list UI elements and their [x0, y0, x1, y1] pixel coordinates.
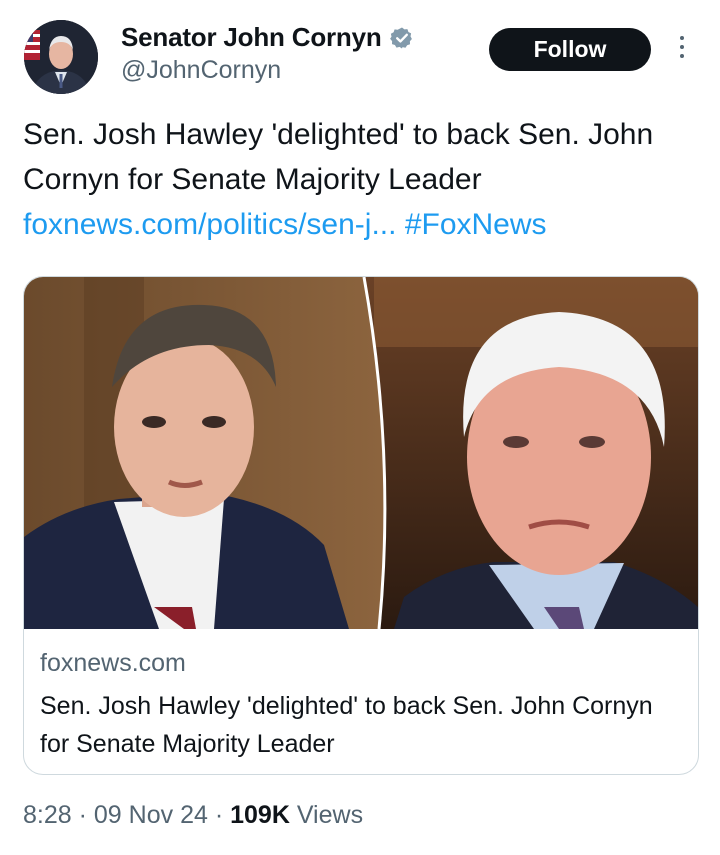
card-image[interactable]	[24, 277, 698, 629]
more-options-icon[interactable]	[673, 36, 691, 66]
author-display-name[interactable]: Senator John Cornyn	[121, 22, 382, 53]
card-domain: foxnews.com	[40, 649, 186, 677]
link-preview-card[interactable]: foxnews.com Sen. Josh Hawley 'delighted'…	[23, 276, 699, 775]
separator-dot: ·	[214, 801, 224, 829]
card-title: Sen. Josh Hawley 'delighted' to back Sen…	[40, 692, 653, 758]
tweet-link[interactable]: foxnews.com/politics/sen-j...	[23, 208, 396, 241]
author-handle[interactable]: @JohnCornyn	[121, 56, 281, 85]
hashtag-link[interactable]: #FoxNews	[405, 208, 547, 241]
verified-badge-icon	[389, 27, 412, 48]
tweet-date[interactable]: 09 Nov 24	[94, 801, 208, 829]
views-count: 109K	[230, 801, 290, 829]
views-label: Views	[296, 801, 364, 829]
tweet-body: Sen. Josh Hawley 'delighted' to back Sen…	[23, 118, 654, 196]
separator-dot: ·	[78, 801, 87, 829]
author-avatar[interactable]	[24, 20, 98, 94]
author-name-row: Senator John Cornyn	[121, 22, 414, 53]
follow-button[interactable]: Follow	[489, 28, 651, 71]
tweet-meta: 8:28 · 09 Nov 24 · 109K Views	[23, 801, 363, 830]
tweet-text: Sen. Josh Hawley 'delighted' to back Sen…	[23, 112, 693, 247]
tweet-time[interactable]: 8:28	[23, 801, 72, 829]
